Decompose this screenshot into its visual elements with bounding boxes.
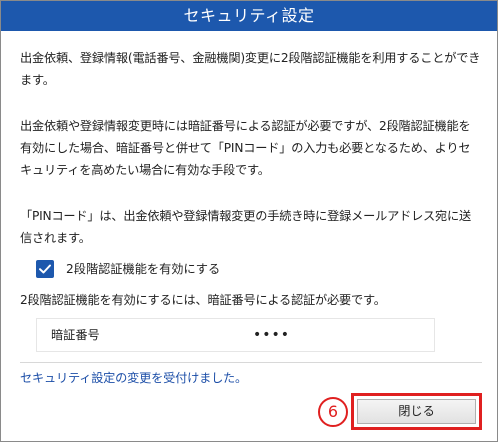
pin-input[interactable]: ••••: [253, 319, 290, 351]
status-message: セキュリティ設定の変更を受付けました。: [20, 371, 248, 385]
description-paragraph-1: 出金依頼、登録情報(電話番号、金融機関)変更に2段階認証機能を利用することができ…: [20, 51, 481, 87]
dialog-title: セキュリティ設定: [1, 1, 497, 31]
check-icon: [39, 264, 51, 274]
pin-field[interactable]: 暗証番号 ••••: [36, 318, 435, 352]
description-paragraph-2: 出金依頼や登録情報変更時には暗証番号による認証が必要ですが、2段階認証機能を有効…: [20, 119, 471, 177]
enable-2fa-checkbox-row[interactable]: 2段階認証機能を有効にする: [36, 258, 220, 280]
security-settings-dialog: セキュリティ設定 出金依頼、登録情報(電話番号、金融機関)変更に2段階認証機能を…: [0, 0, 498, 442]
close-button[interactable]: 閉じる: [357, 399, 476, 424]
divider: [20, 362, 482, 363]
description-paragraph-3: 「PINコード」は、出金依頼や登録情報変更の手続き時に登録メールアドレス宛に送信…: [20, 209, 472, 245]
enable-2fa-checkbox[interactable]: [36, 260, 54, 278]
pin-field-label: 暗証番号: [51, 328, 100, 342]
enable-2fa-label[interactable]: 2段階認証機能を有効にする: [66, 258, 220, 280]
step-marker: 6: [318, 397, 348, 427]
requirement-text: 2段階認証機能を有効にするには、暗証番号による認証が必要です。: [20, 293, 386, 307]
